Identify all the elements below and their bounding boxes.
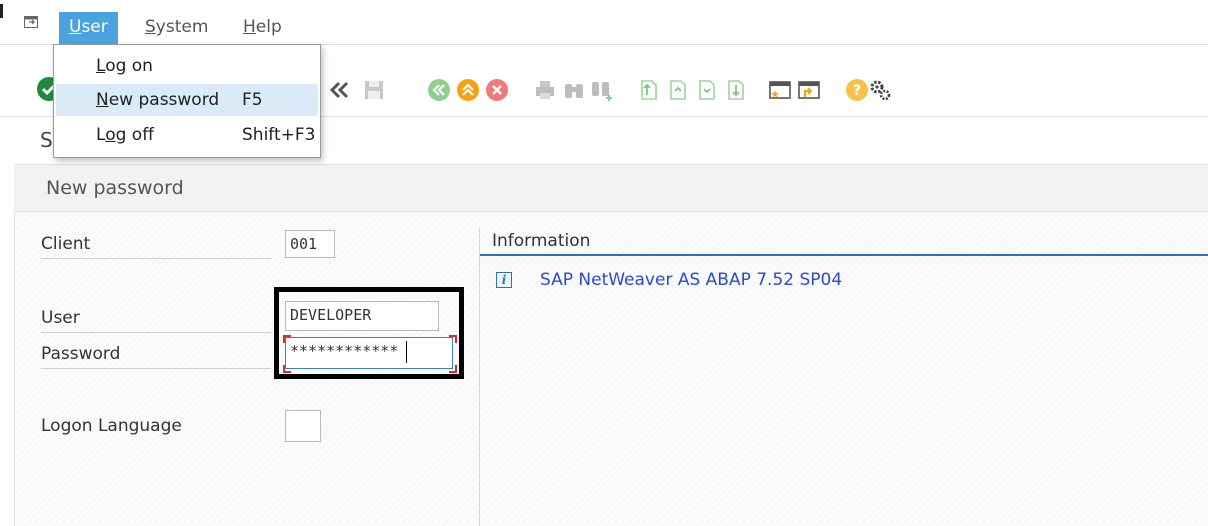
exit-orange-icon[interactable] — [456, 78, 480, 102]
label-text: og on — [105, 56, 153, 76]
info-icon: i — [496, 272, 512, 288]
subtitle-bar: New password — [14, 164, 1208, 212]
next-page-icon[interactable] — [694, 78, 718, 102]
user-menu-dropdown: Log on New password F5 Log off Shift+F3 — [53, 44, 321, 158]
menu-item-log-on[interactable]: Log on — [56, 50, 318, 82]
print-icon[interactable] — [533, 78, 557, 102]
help-icon[interactable]: ? — [845, 78, 869, 102]
menu-user-label: ser — [81, 17, 108, 37]
password-label: Password — [41, 344, 271, 369]
user-input[interactable]: DEVELOPER — [285, 301, 439, 331]
menu-help-label: elp — [255, 17, 282, 37]
page-subtitle: New password — [46, 177, 184, 199]
focus-corner — [283, 335, 291, 343]
information-message: SAP NetWeaver AS ABAP 7.52 SP04 — [540, 270, 843, 290]
menu-system-label: ystem — [155, 17, 209, 37]
password-input[interactable]: ************ — [285, 337, 453, 369]
first-page-icon[interactable] — [636, 78, 660, 102]
menu-item-label: Log off — [96, 119, 154, 151]
find-next-icon[interactable] — [590, 78, 614, 102]
label-text: g off — [115, 125, 154, 145]
focus-corner — [283, 365, 291, 373]
label-text: L — [96, 125, 106, 145]
information-header: Information — [480, 228, 1208, 256]
menu-toggle-icon[interactable] — [24, 16, 38, 28]
menu-user[interactable]: User — [59, 12, 118, 44]
label-text: ew password — [108, 90, 220, 110]
client-label: Client — [41, 234, 271, 259]
window-edge-marker — [0, 4, 3, 18]
menu-help[interactable]: Help — [233, 12, 292, 44]
last-page-icon[interactable] — [723, 78, 747, 102]
menu-system-mnemonic: S — [145, 17, 156, 37]
information-panel: Information i SAP NetWeaver AS ABAP 7.52… — [479, 228, 1208, 526]
menu-bar: User System Help — [0, 0, 1208, 45]
user-label: User — [41, 308, 271, 333]
menu-item-new-password[interactable]: New password F5 — [56, 84, 318, 116]
menu-item-label: New password — [96, 84, 219, 116]
customize-layout-icon[interactable] — [868, 78, 892, 102]
menu-user-mnemonic: U — [69, 17, 82, 37]
shortcut-icon[interactable] — [797, 78, 821, 102]
find-icon[interactable] — [562, 78, 586, 102]
menu-item-shortcut: Shift+F3 — [242, 125, 316, 145]
screen-title: S — [40, 128, 53, 152]
menu-item-label: Log on — [96, 50, 153, 82]
back-green-icon[interactable] — [427, 78, 451, 102]
text-cursor — [406, 341, 407, 363]
mnemonic: N — [96, 90, 109, 110]
cancel-red-icon[interactable] — [485, 78, 509, 102]
back-icon[interactable] — [327, 78, 351, 102]
save-icon[interactable] — [362, 78, 386, 102]
focus-corner — [449, 335, 457, 343]
logon-language-input[interactable] — [285, 410, 321, 442]
previous-page-icon[interactable] — [665, 78, 689, 102]
mnemonic: L — [96, 56, 106, 76]
logon-language-label: Logon Language — [41, 416, 182, 436]
new-session-icon[interactable] — [768, 78, 792, 102]
svg-text:?: ? — [853, 83, 861, 99]
mnemonic: o — [105, 125, 116, 145]
menu-item-log-off[interactable]: Log off Shift+F3 — [56, 119, 318, 151]
logon-panel: Client 001 User Password DEVELOPER *****… — [14, 212, 1208, 526]
menu-item-shortcut: F5 — [242, 90, 263, 110]
information-title: Information — [492, 231, 591, 251]
menu-help-mnemonic: H — [243, 17, 256, 37]
menu-system[interactable]: System — [135, 12, 218, 44]
focus-corner — [449, 365, 457, 373]
client-input[interactable]: 001 — [285, 230, 335, 258]
